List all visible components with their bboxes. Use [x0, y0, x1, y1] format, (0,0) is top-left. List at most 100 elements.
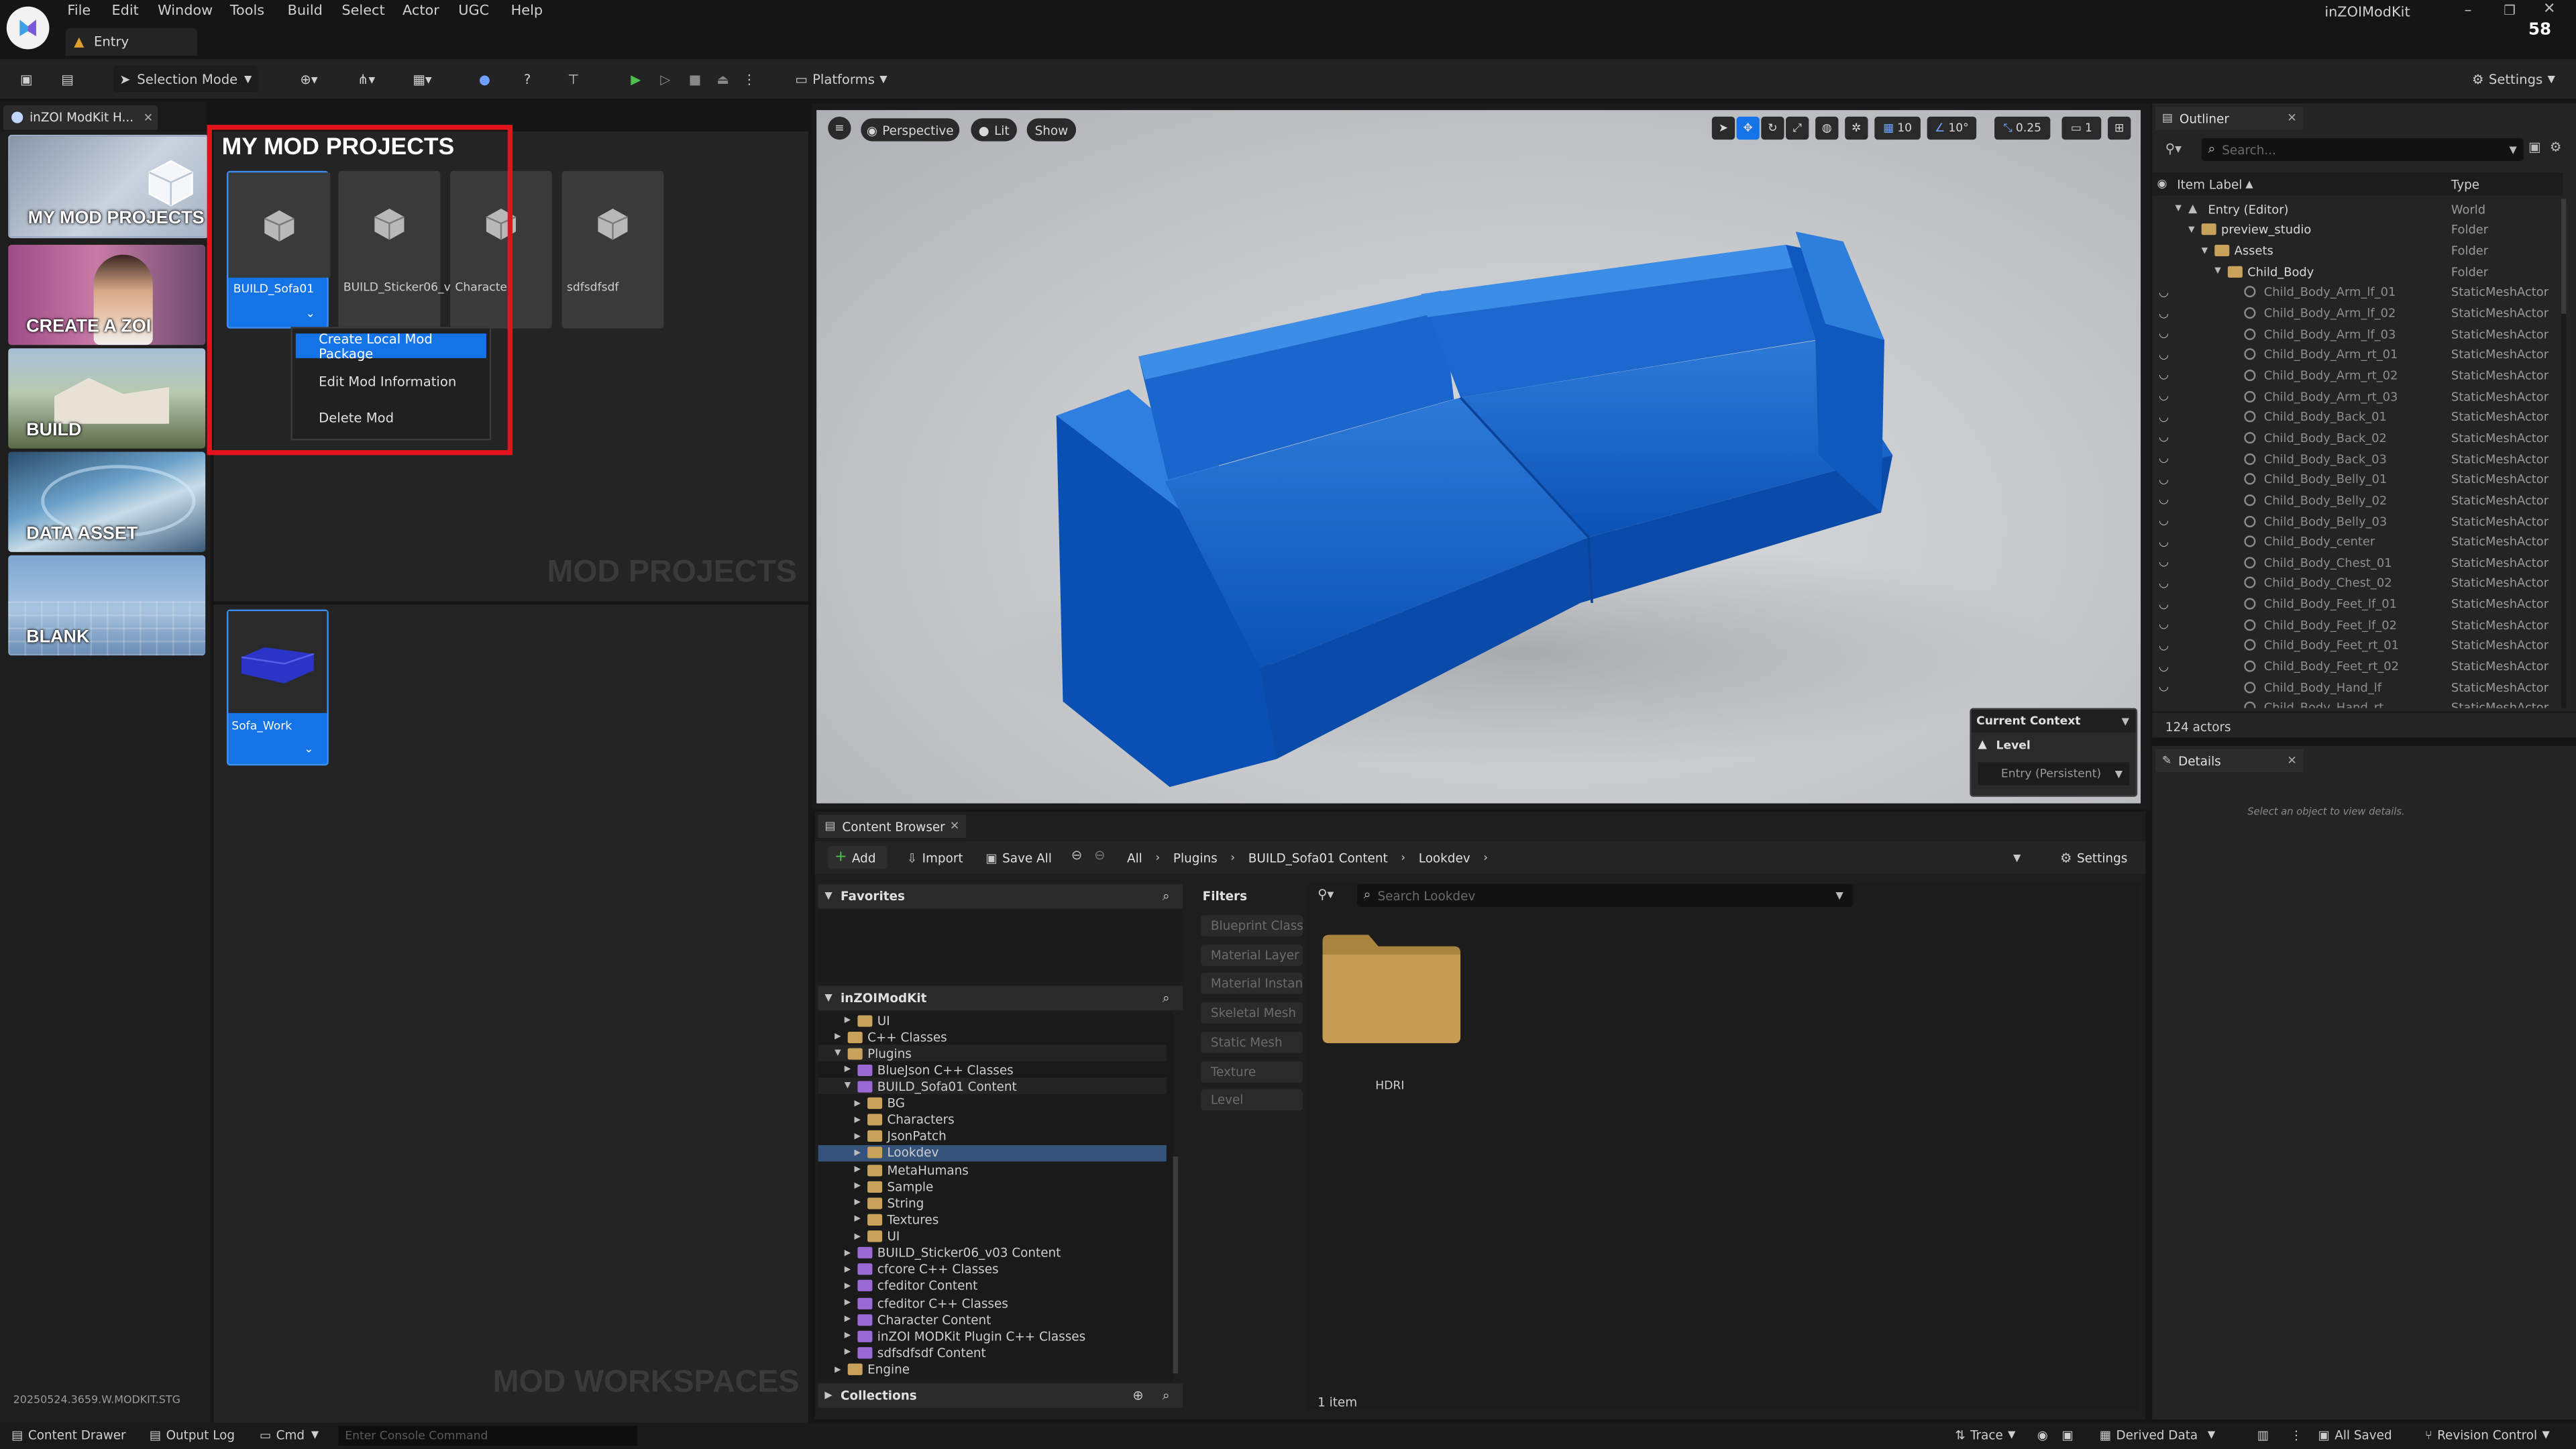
- trace-dropdown[interactable]: ⇅ Trace ▼: [1955, 1428, 2015, 1442]
- outliner-row[interactable]: ◡ Child_Body_Arm_lf_03 StaticMeshActor: [2152, 323, 2563, 344]
- visibility-eye-icon[interactable]: ◡: [2159, 494, 2169, 507]
- chevron-right-icon[interactable]: ▶: [845, 1065, 851, 1075]
- project-card-sdfsdfsdf[interactable]: sdfsdfsdf: [561, 170, 664, 329]
- pin-icon[interactable]: ⊤: [560, 66, 586, 92]
- visibility-eye-icon[interactable]: ◡: [2159, 556, 2169, 570]
- tree-item[interactable]: ▶ sdfsdfsdf Content: [818, 1344, 1167, 1360]
- chevron-right-icon[interactable]: ▶: [845, 1281, 851, 1291]
- restore-icon[interactable]: ❐: [2504, 3, 2516, 18]
- outliner-row[interactable]: ◡ Child_Body_Arm_rt_01 StaticMeshActor: [2152, 344, 2563, 365]
- chevron-right-icon[interactable]: ▶: [835, 1364, 841, 1375]
- cmd-dropdown[interactable]: ▭ Cmd ▼: [260, 1428, 319, 1442]
- tree-scrollbar[interactable]: [1173, 1157, 1178, 1374]
- tree-item[interactable]: ▼ BUILD_Sofa01 Content: [818, 1078, 1167, 1095]
- project-root-header[interactable]: ▼ inZOIModKit ⌕: [818, 985, 1183, 1011]
- eject-icon[interactable]: ⏏: [710, 66, 736, 92]
- menu-edit[interactable]: Edit: [112, 3, 139, 19]
- select-tool-icon[interactable]: ➤: [1711, 116, 1735, 140]
- import-button[interactable]: ⇩ Import: [907, 846, 973, 869]
- filter-chip[interactable]: Level: [1201, 1089, 1303, 1111]
- menu-tools[interactable]: Tools: [230, 3, 264, 19]
- cb-settings-button[interactable]: ⚙ Settings: [2060, 846, 2142, 869]
- scale-snap-button[interactable]: ⤡ 0.25: [1994, 116, 2051, 140]
- close-tab-icon[interactable]: ✕: [950, 820, 959, 833]
- back-icon[interactable]: ⊖: [1071, 848, 1082, 863]
- visibility-eye-icon[interactable]: ◡: [2159, 348, 2169, 362]
- chevron-right-icon[interactable]: ▶: [845, 1331, 851, 1341]
- tree-item[interactable]: ▶ String: [818, 1195, 1167, 1211]
- record-icon[interactable]: ◉: [2037, 1428, 2048, 1442]
- tree-item[interactable]: ▶ Engine: [818, 1361, 1167, 1377]
- tree-item[interactable]: ▶ BG: [818, 1095, 1167, 1111]
- tree-item[interactable]: ▶ BlueJson C++ Classes: [818, 1062, 1167, 1078]
- chevron-right-icon[interactable]: ▶: [845, 1015, 851, 1025]
- tree-item[interactable]: ▼ Plugins: [818, 1045, 1167, 1062]
- document-tab-entry[interactable]: ▲ Entry: [65, 28, 197, 56]
- visibility-eye-icon[interactable]: ◡: [2159, 390, 2169, 403]
- visibility-eye-icon[interactable]: ◡: [2159, 639, 2169, 653]
- tree-item[interactable]: ▶ UI: [818, 1228, 1167, 1244]
- outliner-row[interactable]: ◡ Child_Body_Belly_02 StaticMeshActor: [2152, 490, 2563, 511]
- add-collection-icon[interactable]: ⊕: [1132, 1388, 1143, 1403]
- filter-chip[interactable]: Blueprint Class: [1201, 915, 1303, 936]
- outliner-row[interactable]: ◡ Child_Body_Arm_lf_02 StaticMeshActor: [2152, 303, 2563, 323]
- more-icon[interactable]: ⋮: [2290, 1428, 2302, 1442]
- visibility-eye-icon[interactable]: ◡: [2159, 701, 2169, 708]
- outliner-row[interactable]: ◡ Child_Body_center StaticMeshActor: [2152, 531, 2563, 552]
- notifications-icon[interactable]: ▥: [2257, 1428, 2269, 1442]
- visibility-eye-icon[interactable]: ◡: [2159, 411, 2169, 424]
- search-icon[interactable]: ⌕: [1163, 990, 1170, 1006]
- menu-select[interactable]: Select: [341, 3, 384, 19]
- tab-outliner[interactable]: ▤ Outliner ✕: [2155, 107, 2304, 130]
- col-type[interactable]: Type: [2451, 176, 2479, 191]
- tree-item[interactable]: ▶ UI: [818, 1012, 1167, 1028]
- category-data-asset[interactable]: DATA ASSET: [8, 451, 206, 552]
- show-button[interactable]: Show: [1026, 118, 1077, 142]
- asset-search-input[interactable]: ⌕ Search Lookdev ▼: [1356, 883, 1854, 907]
- outliner-row[interactable]: ▼ Child_Body Folder: [2152, 261, 2563, 282]
- translate-tool-icon[interactable]: ✥: [1736, 116, 1760, 140]
- add-actor-icon[interactable]: ⊕▾: [289, 66, 329, 92]
- tree-item[interactable]: ▶ cfeditor C++ Classes: [818, 1295, 1167, 1311]
- visibility-eye-icon[interactable]: ◡: [2159, 619, 2169, 632]
- add-folder-icon[interactable]: ▣: [2528, 140, 2541, 154]
- screenshot-icon[interactable]: ▣: [2061, 1428, 2073, 1442]
- tree-item[interactable]: ▶ cfcore C++ Classes: [818, 1261, 1167, 1277]
- chevron-right-icon[interactable]: ▼: [835, 1049, 841, 1059]
- camera-speed-button[interactable]: ▭ 1: [2061, 116, 2102, 140]
- grid-snap-button[interactable]: ▦ 10: [1874, 116, 1921, 140]
- menu-window[interactable]: Window: [158, 3, 213, 19]
- tree-item[interactable]: ▶ Textures: [818, 1212, 1167, 1228]
- perspective-button[interactable]: ◉ Perspective: [861, 118, 960, 142]
- tree-item[interactable]: ▶ MetaHumans: [818, 1162, 1167, 1178]
- filter-icon[interactable]: ⚲▾: [2165, 142, 2182, 156]
- outliner-row[interactable]: ◡ Child_Body_Feet_lf_01 StaticMeshActor: [2152, 594, 2563, 614]
- surface-snap-icon[interactable]: ✲: [1845, 116, 1868, 140]
- outliner-row[interactable]: ▼ preview_studio Folder: [2152, 219, 2563, 240]
- content-drawer-button[interactable]: ▤ Content Drawer: [11, 1428, 125, 1442]
- blueprint-icon[interactable]: ⋔▾: [347, 66, 386, 92]
- filter-chip[interactable]: Texture: [1201, 1060, 1303, 1082]
- visibility-eye-icon[interactable]: ◡: [2159, 535, 2169, 549]
- tree-item[interactable]: ▶ cfeditor Content: [818, 1278, 1167, 1294]
- derived-data-dropdown[interactable]: ▦ Derived Data ▼: [2100, 1428, 2215, 1442]
- chevron-right-icon[interactable]: ▶: [854, 1132, 860, 1142]
- chevron-right-icon[interactable]: ▼: [845, 1082, 851, 1092]
- platforms-dropdown[interactable]: ▭ Platforms ▼: [789, 66, 894, 92]
- breadcrumb-lookdev[interactable]: Lookdev: [1419, 850, 1470, 865]
- add-button[interactable]: + Add: [828, 846, 888, 869]
- outliner-row[interactable]: ◡ Child_Body_Feet_rt_02 StaticMeshActor: [2152, 656, 2563, 677]
- chevron-right-icon[interactable]: ▶: [854, 1232, 860, 1242]
- filter-chip[interactable]: Material Layer: [1201, 944, 1303, 966]
- chevron-right-icon[interactable]: ▶: [854, 1198, 860, 1208]
- tree-item[interactable]: ▶ Characters: [818, 1112, 1167, 1128]
- visibility-eye-icon[interactable]: ◡: [2159, 598, 2169, 611]
- hamburger-icon[interactable]: ≡: [828, 116, 851, 140]
- outliner-row[interactable]: ◡ Child_Body_Belly_03 StaticMeshActor: [2152, 511, 2563, 531]
- filter-chip[interactable]: Skeletal Mesh: [1201, 1002, 1303, 1024]
- chevron-right-icon[interactable]: ▶: [845, 1248, 851, 1258]
- search-icon[interactable]: ⌕: [1163, 888, 1170, 904]
- outliner-row[interactable]: ◡ Child_Body_Hand_lf StaticMeshActor: [2152, 677, 2563, 698]
- visibility-eye-icon[interactable]: ◡: [2159, 286, 2169, 299]
- close-tab-icon[interactable]: ✕: [2287, 754, 2296, 767]
